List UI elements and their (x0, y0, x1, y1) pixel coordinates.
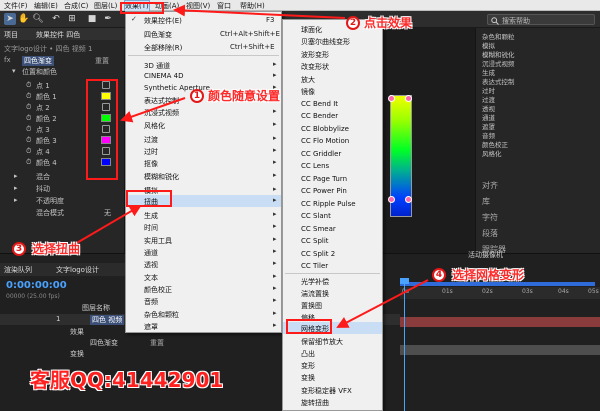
step-badge-2: 2 (346, 16, 360, 30)
step-badge-4: 4 (432, 268, 446, 282)
annotation-arrows (74, 4, 429, 328)
step-badge-3: 3 (12, 242, 26, 256)
arrow-to-effect-menu (173, 4, 346, 19)
arrow-to-mesh-warp (336, 279, 429, 328)
step-badge-1: 1 (190, 89, 204, 103)
step-text-2: 点击效果 (364, 16, 413, 30)
arrow-to-swatches (120, 97, 186, 123)
step-text-4: 选择网格变形 (452, 268, 525, 282)
contact-watermark: 客服QQ:41442901 (30, 368, 224, 392)
arrow-to-distort (74, 204, 142, 245)
step-text-1: 颜色随意设置 (208, 89, 281, 103)
step-text-3: 选择扭曲 (32, 242, 81, 256)
